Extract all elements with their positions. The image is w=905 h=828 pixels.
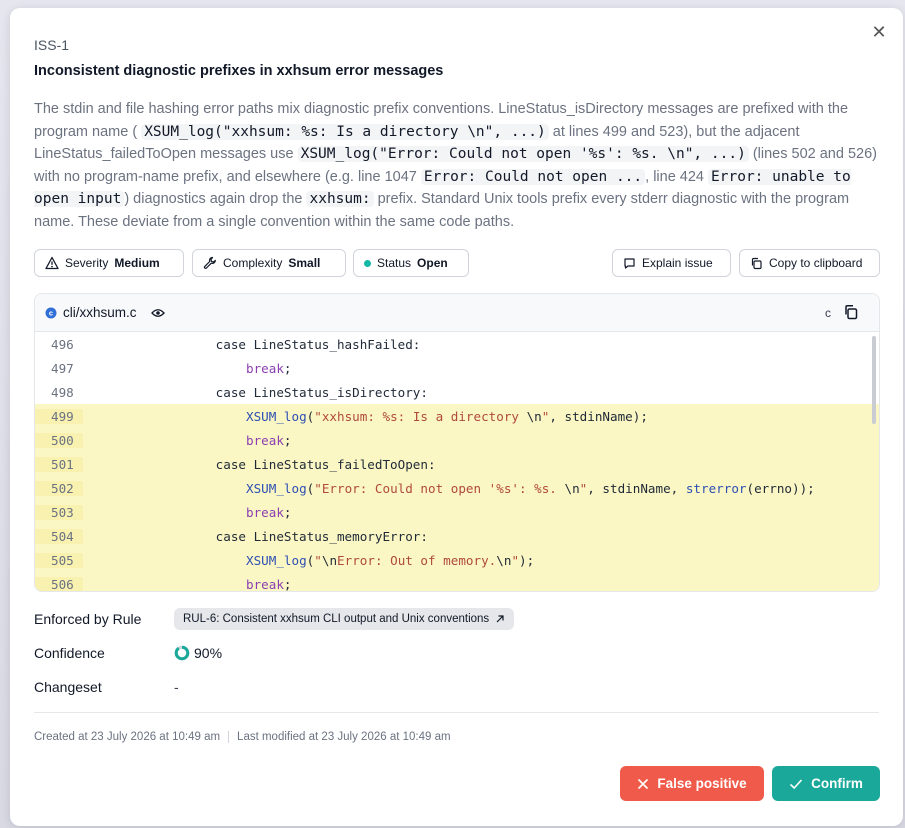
code-line: 496 case LineStatus_hashFailed: xyxy=(35,332,879,356)
line-number: 497 xyxy=(51,360,74,376)
confirm-button[interactable]: Confirm xyxy=(772,766,880,801)
complexity-pill: Complexity Small xyxy=(192,249,346,277)
line-number: 499 xyxy=(35,408,83,424)
line-number: 500 xyxy=(35,432,83,448)
inline-code: xxhsum: xyxy=(306,191,374,207)
line-number: 496 xyxy=(51,336,74,352)
rule-label: Enforced by Rule xyxy=(34,611,142,627)
severity-label: Severity xyxy=(65,256,109,270)
false-positive-label: False positive xyxy=(657,776,747,791)
severity-value: Medium xyxy=(114,256,160,270)
inline-code: XSUM_log("Error: Could not open '%s': %s… xyxy=(297,146,749,162)
line-source: case LineStatus_hashFailed: xyxy=(155,336,421,352)
explain-issue-button[interactable]: Explain issue xyxy=(612,249,731,277)
code-line: 498 case LineStatus_isDirectory: xyxy=(35,380,879,404)
external-link-icon xyxy=(495,614,505,624)
line-source: case LineStatus_memoryError: xyxy=(155,528,428,544)
copy-to-clipboard-button[interactable]: Copy to clipboard xyxy=(739,249,880,277)
line-source: break; xyxy=(246,576,292,592)
line-number: 504 xyxy=(35,528,83,544)
rule-link[interactable]: RUL-6: Consistent xxhsum CLI output and … xyxy=(174,608,515,630)
line-source: case LineStatus_failedToOpen: xyxy=(155,456,436,472)
message-icon xyxy=(623,257,636,270)
confidence-ring-icon xyxy=(174,645,190,661)
code-line-highlighted: 505 XSUM_log("\nError: Out of memory.\n"… xyxy=(35,548,879,572)
explain-issue-label: Explain issue xyxy=(642,256,713,270)
wrench-icon xyxy=(203,256,217,270)
check-icon xyxy=(789,778,803,790)
line-source: case LineStatus_isDirectory: xyxy=(155,384,428,400)
code-viewer: c cli/xxhsum.c c 496 case LineStatus_has… xyxy=(34,293,880,592)
changeset-label: Changeset xyxy=(34,679,102,695)
description-text: , line 424 xyxy=(645,168,709,185)
issue-attributes: Severity Medium Complexity Small Status … xyxy=(34,249,890,277)
code-line-highlighted: 503 break; xyxy=(35,500,879,524)
code-scrollbar[interactable] xyxy=(872,336,876,424)
line-number: 498 xyxy=(51,384,74,400)
warning-icon xyxy=(45,256,59,270)
c-file-icon: c xyxy=(45,307,57,319)
confidence-label: Confidence xyxy=(34,645,105,661)
x-icon xyxy=(637,778,649,790)
timestamp-separator xyxy=(228,731,230,743)
status-pill: Status Open xyxy=(353,249,469,277)
status-label: Status xyxy=(377,256,412,270)
copy-icon xyxy=(750,257,763,270)
code-body: 496 case LineStatus_hashFailed: 497 break… xyxy=(35,332,879,592)
code-line-highlighted: 502 XSUM_log("Error: Could not open '%s'… xyxy=(35,476,879,500)
code-line-highlighted: 499 XSUM_log("xxhsum: %s: Is a directory… xyxy=(35,404,879,428)
code-line: 497 break; xyxy=(35,356,879,380)
code-line-highlighted: 500 break; xyxy=(35,428,879,452)
status-value: Open xyxy=(417,256,448,270)
code-line-highlighted: 506 break; xyxy=(35,572,879,592)
modified-at: Last modified at 23 July 2026 at 10:49 a… xyxy=(237,731,451,743)
issue-title: Inconsistent diagnostic prefixes in xxhs… xyxy=(34,63,444,79)
created-at: Created at 23 July 2026 at 10:49 am xyxy=(34,731,221,743)
line-number: 505 xyxy=(35,552,83,568)
line-number: 506 xyxy=(35,576,83,591)
timestamps: Created at 23 July 2026 at 10:49 am Last… xyxy=(34,731,451,743)
code-line-highlighted: 501 case LineStatus_failedToOpen: xyxy=(35,452,879,476)
description-text: ) diagnostics again drop the xyxy=(124,191,307,207)
line-number: 501 xyxy=(35,456,83,472)
line-source: break; xyxy=(246,432,292,448)
line-source: break; xyxy=(246,504,292,520)
issue-dialog: ✕ ISS-1 Inconsistent diagnostic prefixes… xyxy=(10,8,903,826)
severity-pill: Severity Medium xyxy=(34,249,184,277)
confidence-value-group: 90% xyxy=(174,645,222,661)
status-dot-icon xyxy=(364,259,371,267)
false-positive-button[interactable]: False positive xyxy=(620,766,764,801)
confidence-value: 90% xyxy=(194,645,223,661)
inline-code: XSUM_log("xxhsum: %s: Is a directory \n"… xyxy=(141,123,549,140)
confirm-label: Confirm xyxy=(811,776,863,791)
code-line-highlighted: 504 case LineStatus_memoryError: xyxy=(35,524,879,548)
line-source: XSUM_log("xxhsum: %s: Is a directory \n"… xyxy=(246,408,648,424)
inline-code: Error: Could not open ... xyxy=(420,168,646,185)
code-header: c cli/xxhsum.c c xyxy=(35,294,879,332)
copy-code-icon[interactable] xyxy=(843,304,859,320)
line-source: XSUM_log("Error: Could not open '%s': %s… xyxy=(246,480,815,496)
copy-to-clipboard-label: Copy to clipboard xyxy=(769,256,863,270)
complexity-label: Complexity xyxy=(223,256,283,270)
line-number: 502 xyxy=(35,480,83,496)
language-label: c xyxy=(825,306,831,320)
eye-icon[interactable] xyxy=(150,308,165,318)
rule-value: RUL-6: Consistent xxhsum CLI output and … xyxy=(183,613,490,625)
footer-divider xyxy=(34,712,879,713)
svg-text:c: c xyxy=(49,308,53,317)
line-source: break; xyxy=(246,360,292,376)
issue-description: The stdin and file hashing error paths m… xyxy=(34,98,884,233)
issue-id: ISS-1 xyxy=(34,37,70,53)
complexity-value: Small xyxy=(288,256,321,270)
line-source: XSUM_log("\nError: Out of memory.\n"); xyxy=(246,552,535,568)
file-name[interactable]: cli/xxhsum.c xyxy=(63,305,137,320)
line-number: 503 xyxy=(35,504,83,520)
close-icon[interactable]: ✕ xyxy=(869,22,889,42)
changeset-value: - xyxy=(174,679,179,695)
